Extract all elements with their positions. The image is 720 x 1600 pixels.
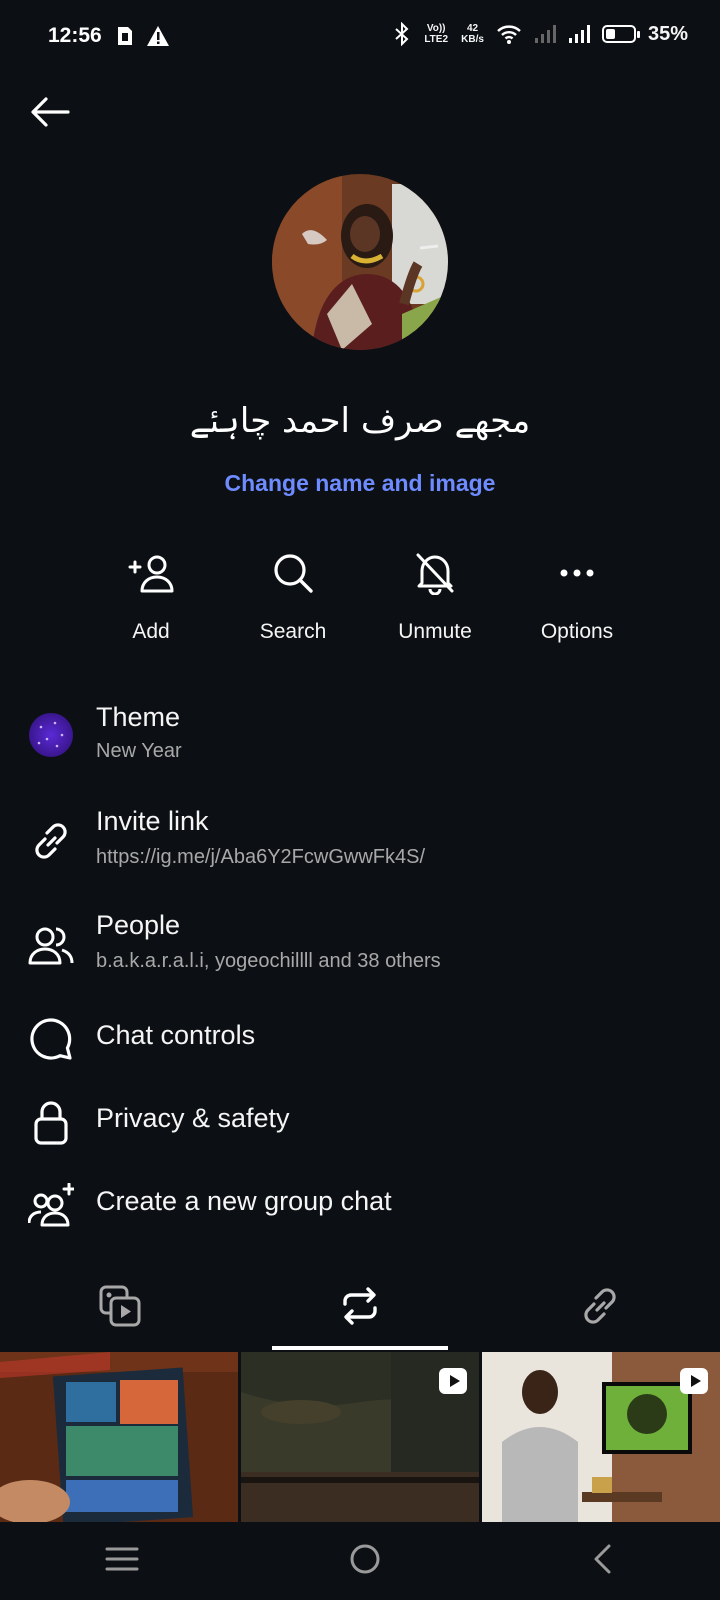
search-label: Search bbox=[259, 620, 327, 643]
video-indicator-icon bbox=[439, 1368, 467, 1394]
tab-links[interactable] bbox=[480, 1262, 720, 1350]
theme-subtitle: New Year bbox=[96, 740, 182, 762]
system-navigation-bar bbox=[0, 1522, 720, 1600]
media-tile[interactable] bbox=[0, 1352, 238, 1522]
add-label: Add bbox=[132, 620, 170, 643]
links-icon bbox=[584, 1288, 616, 1324]
privacy-safety-row[interactable]: Privacy & safety bbox=[0, 1095, 720, 1155]
bell-off-icon bbox=[416, 553, 454, 595]
battery-icon bbox=[601, 25, 640, 43]
volte-indicator: Vo)) LTE2 bbox=[424, 23, 449, 45]
battery-percent: 35% bbox=[647, 22, 688, 45]
menu-lines-icon bbox=[105, 1547, 139, 1570]
more-horizontal-icon bbox=[560, 569, 594, 577]
media-grid bbox=[0, 1352, 720, 1522]
active-tab-indicator bbox=[272, 1346, 448, 1350]
system-status: Vo)) LTE2 42 KB/s 35% bbox=[393, 22, 688, 46]
signal-icon-sim1 bbox=[534, 25, 556, 43]
unmute-button[interactable]: Unmute bbox=[364, 548, 506, 658]
people-row[interactable]: People b.a.k.a.r.a.l.i, yogeochillll and… bbox=[0, 910, 720, 990]
group-photo bbox=[272, 174, 448, 350]
tab-reels[interactable] bbox=[240, 1262, 480, 1350]
arrow-left-icon bbox=[31, 97, 70, 127]
clock: 12:56 bbox=[48, 24, 102, 47]
add-button[interactable]: Add bbox=[80, 548, 222, 658]
recent-apps-button[interactable] bbox=[105, 1545, 139, 1578]
media-tile[interactable] bbox=[241, 1352, 479, 1522]
theme-title: Theme bbox=[96, 702, 181, 732]
home-circle-icon bbox=[350, 1544, 380, 1573]
reels-icon bbox=[343, 1287, 377, 1325]
group-avatar[interactable] bbox=[272, 174, 448, 350]
change-name-image-link[interactable]: Change name and image bbox=[0, 470, 720, 497]
system-back-button[interactable] bbox=[591, 1543, 615, 1580]
tab-media[interactable] bbox=[0, 1262, 240, 1350]
media-tabs bbox=[0, 1262, 720, 1352]
create-group-row[interactable]: Create a new group chat bbox=[0, 1178, 720, 1238]
chat-controls-title: Chat controls bbox=[96, 1020, 256, 1050]
back-button[interactable] bbox=[26, 88, 74, 136]
media-thumbnail bbox=[0, 1352, 238, 1522]
invite-link-url: https://ig.me/j/Aba6Y2FcwGwwFk4S/ bbox=[96, 846, 426, 868]
warning-icon bbox=[147, 26, 169, 46]
home-button[interactable] bbox=[349, 1543, 381, 1580]
options-button[interactable]: Options bbox=[506, 548, 648, 658]
create-group-title: Create a new group chat bbox=[96, 1186, 392, 1216]
invite-link-title: Invite link bbox=[96, 806, 209, 836]
invite-link-row[interactable]: Invite link https://ig.me/j/Aba6Y2FcwGww… bbox=[0, 806, 720, 886]
sim-icon bbox=[118, 27, 132, 45]
status-bar: 12:56 Vo)) LTE2 42 KB/s 35% bbox=[0, 0, 720, 76]
wifi-icon bbox=[497, 25, 521, 44]
notification-icons bbox=[114, 25, 170, 47]
signal-icon-sim2 bbox=[568, 25, 590, 43]
privacy-safety-title: Privacy & safety bbox=[96, 1103, 290, 1133]
add-person-icon bbox=[128, 555, 174, 593]
people-subtitle: b.a.k.a.r.a.l.i, yogeochillll and 38 oth… bbox=[96, 950, 441, 972]
video-indicator-icon bbox=[680, 1368, 708, 1394]
link-icon bbox=[35, 823, 67, 859]
search-icon bbox=[274, 554, 313, 593]
chat-bubble-icon bbox=[30, 1018, 72, 1060]
people-title: People bbox=[96, 910, 181, 940]
group-add-icon bbox=[28, 1183, 74, 1227]
media-tile[interactable] bbox=[482, 1352, 720, 1522]
lock-icon bbox=[34, 1101, 68, 1145]
theme-row[interactable]: Theme New Year bbox=[0, 702, 720, 782]
people-icon bbox=[28, 927, 74, 965]
action-bar: Add Search Unmute Options bbox=[80, 548, 648, 658]
chat-controls-row[interactable]: Chat controls bbox=[0, 1012, 720, 1072]
group-name: مجھے صرف احمد چاہئے bbox=[189, 401, 531, 441]
media-icon bbox=[99, 1285, 141, 1327]
bluetooth-icon bbox=[395, 22, 409, 46]
unmute-label: Unmute bbox=[398, 620, 472, 643]
chevron-left-icon bbox=[594, 1544, 611, 1573]
network-speed: 42 KB/s bbox=[461, 23, 484, 45]
theme-swatch-icon bbox=[29, 713, 73, 757]
search-button[interactable]: Search bbox=[222, 548, 364, 658]
options-label: Options bbox=[540, 620, 614, 643]
